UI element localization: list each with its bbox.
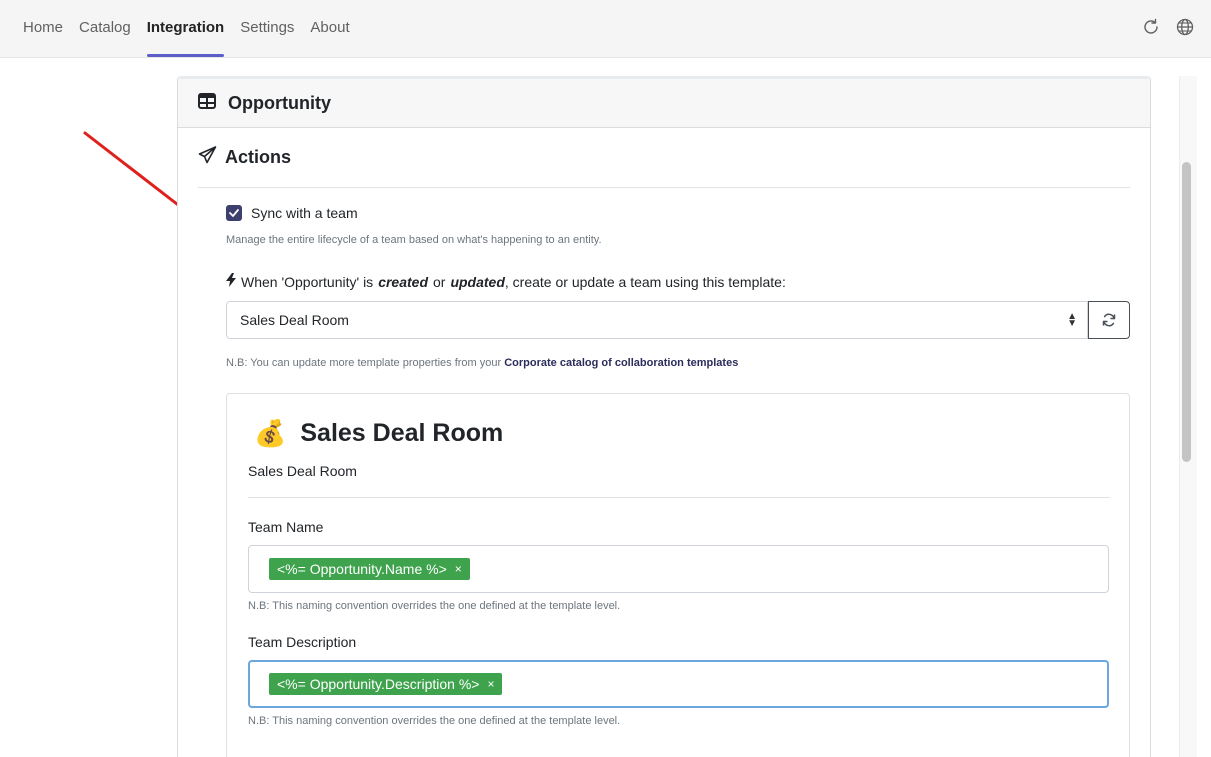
team-name-token-text: <%= Opportunity.Name %> [277, 561, 447, 577]
sync-help-text: Manage the entire lifecycle of a team ba… [226, 234, 602, 246]
team-description-token[interactable]: <%= Opportunity.Description %> × [269, 673, 503, 695]
top-nav-bar: Home Catalog Integration Settings About [0, 0, 1211, 58]
template-select-value: Sales Deal Room [240, 312, 349, 328]
template-nb-text: N.B: You can update more template proper… [226, 357, 738, 369]
template-subtitle: Sales Deal Room [248, 463, 357, 479]
corporate-catalog-link[interactable]: Corporate catalog of collaboration templ… [504, 357, 738, 369]
sync-checkbox[interactable] [226, 205, 242, 221]
sync-icon [1102, 313, 1116, 327]
refresh-templates-button[interactable] [1088, 301, 1130, 339]
tab-integration[interactable]: Integration [146, 0, 224, 58]
team-name-token[interactable]: <%= Opportunity.Name %> × [269, 558, 470, 580]
remove-token-icon[interactable]: × [487, 677, 494, 691]
trigger-description: When 'Opportunity' is created or updated… [226, 273, 786, 290]
trigger-updated: updated [450, 273, 505, 290]
team-description-nb: N.B: This naming convention overrides th… [248, 715, 621, 727]
card-title: Opportunity [228, 92, 331, 113]
table-icon [198, 92, 216, 114]
team-name-nb: N.B: This naming convention overrides th… [248, 600, 621, 612]
trigger-or: or [433, 273, 446, 290]
template-select-group: Sales Deal Room ▲ ▼ [226, 301, 1130, 339]
trigger-prefix: When 'Opportunity' is [241, 273, 374, 290]
sync-checkbox-row[interactable]: Sync with a team [226, 205, 358, 221]
card-header: Opportunity [178, 79, 1150, 128]
team-name-label: Team Name [248, 519, 324, 535]
tab-catalog[interactable]: Catalog [79, 0, 131, 58]
refresh-icon[interactable] [1141, 17, 1161, 37]
money-bag-emoji: 💰 [254, 418, 287, 448]
team-name-input[interactable]: <%= Opportunity.Name %> × [248, 545, 1109, 593]
tab-settings[interactable]: Settings [240, 0, 294, 58]
lightning-bolt-icon [226, 273, 236, 290]
template-select[interactable]: Sales Deal Room ▲ ▼ [226, 301, 1088, 339]
team-description-token-text: <%= Opportunity.Description %> [277, 676, 480, 692]
trigger-suffix: , create or update a team using this tem… [504, 273, 786, 290]
select-caret-icon: ▲ ▼ [1067, 311, 1077, 329]
entity-card: Opportunity Actions Sync with a team Man… [177, 76, 1151, 757]
actions-section-header: Actions [198, 128, 1130, 188]
template-preview: 💰 Sales Deal Room Sales Deal Room Team N… [226, 393, 1130, 757]
template-nb-prefix: N.B: You can update more template proper… [226, 357, 502, 369]
scrollbar-thumb[interactable] [1182, 162, 1191, 462]
actions-title: Actions [225, 147, 292, 167]
nav-tabs: Home Catalog Integration Settings About [23, 0, 350, 58]
paper-plane-icon [198, 146, 217, 169]
template-title-row: 💰 Sales Deal Room [254, 418, 503, 449]
tab-home[interactable]: Home [23, 0, 63, 58]
sync-checkbox-label[interactable]: Sync with a team [251, 205, 358, 221]
team-description-input[interactable]: <%= Opportunity.Description %> × [248, 660, 1109, 708]
trigger-created: created [378, 273, 428, 290]
divider [248, 497, 1110, 498]
globe-icon[interactable] [1175, 17, 1195, 37]
tab-about[interactable]: About [310, 0, 349, 58]
remove-token-icon[interactable]: × [455, 562, 462, 576]
template-title: Sales Deal Room [300, 419, 504, 447]
team-description-label: Team Description [248, 634, 357, 650]
